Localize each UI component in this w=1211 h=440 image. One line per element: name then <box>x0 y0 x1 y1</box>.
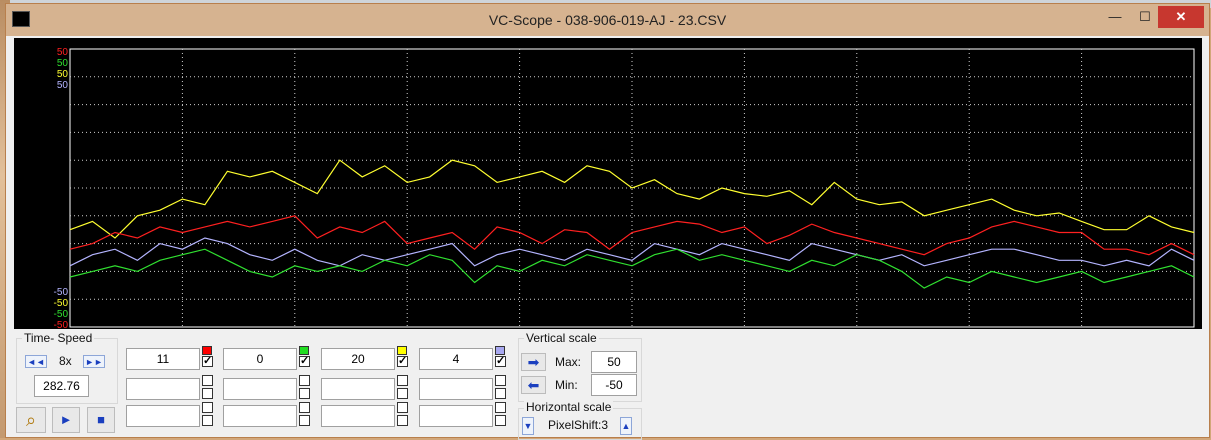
channel-4-value-field[interactable]: 4 <box>419 348 493 370</box>
pixelshift-value: PixelShift:3 <box>548 418 609 432</box>
zoom-button[interactable]: ⌕ <box>16 407 46 433</box>
arrow-right-icon: ➡ <box>527 354 540 370</box>
horizontal-scale-title: Horizontal scale <box>524 400 614 414</box>
control-panel: Time- Speed ◄◄ 8x ►► 282.76 ⌕ ► ■ 11 ✓ 0 ✓ 2… <box>6 330 1209 440</box>
play-button[interactable]: ► <box>52 407 80 433</box>
vertical-max-field[interactable]: 50 <box>591 351 637 373</box>
window-title: VC-Scope - 038-906-019-AJ - 23.CSV <box>488 12 727 28</box>
trace-1 <box>69 159 1195 239</box>
minimize-button[interactable]: — <box>1100 6 1130 28</box>
top-scale-label: 50 <box>56 58 68 69</box>
channel-2-field-row-2[interactable] <box>223 378 297 400</box>
channel-4-field-row-3[interactable] <box>419 405 493 427</box>
arrow-left-icon: ⬅ <box>527 377 540 393</box>
channel-1-checkbox[interactable]: ✓ <box>202 356 213 367</box>
scale-down-button[interactable]: ⬅ <box>521 376 546 394</box>
channel-1-checkbox-row-2-b[interactable] <box>202 388 213 399</box>
channel-1-checkbox-row-3[interactable] <box>202 402 213 413</box>
channel-1-checkbox-row-3-b[interactable] <box>202 415 213 426</box>
pixelshift-up-button[interactable]: ▲ <box>620 417 632 435</box>
channel-2-value-field[interactable]: 0 <box>223 348 297 370</box>
channel-2-color-swatch[interactable] <box>299 346 309 355</box>
bottom-scale-label: -50 <box>53 287 68 298</box>
channel-2-checkbox-row-2-b[interactable] <box>299 388 310 399</box>
channel-1-value-field[interactable]: 11 <box>126 348 200 370</box>
scope-plot <box>69 48 1195 328</box>
channel-1-checkbox-row-2[interactable] <box>202 375 213 386</box>
channel-3-checkbox-row-2-b[interactable] <box>397 388 408 399</box>
channel-3-field-row-3[interactable] <box>321 405 395 427</box>
close-button[interactable]: ✕ <box>1158 6 1204 28</box>
channel-4-checkbox-row-3[interactable] <box>495 402 506 413</box>
channel-3-value-field[interactable]: 20 <box>321 348 395 370</box>
channel-1-field-row-2[interactable] <box>126 378 200 400</box>
channel-4-checkbox-row-2-b[interactable] <box>495 388 506 399</box>
bottom-scale-label: -50 <box>53 298 68 309</box>
channel-3-checkbox-row-3-b[interactable] <box>397 415 408 426</box>
channel-3-color-swatch[interactable] <box>397 346 407 355</box>
channel-2-checkbox-row-3-b[interactable] <box>299 415 310 426</box>
bottom-scale-label: -50 <box>53 309 68 320</box>
channel-3-checkbox-row-2[interactable] <box>397 375 408 386</box>
play-icon: ► <box>59 412 73 427</box>
pixelshift-down-button[interactable]: ▼ <box>522 417 534 435</box>
time-speed-title: Time- Speed <box>22 331 95 345</box>
channel-1-color-swatch[interactable] <box>202 346 212 355</box>
maximize-button[interactable]: ☐ <box>1130 6 1160 28</box>
speed-label: 8x <box>59 354 72 368</box>
vertical-scale-title: Vertical scale <box>524 331 599 345</box>
time-position-field[interactable]: 282.76 <box>34 375 89 397</box>
scope-display: 50 50 50 50 -50 -50 -50 -50 <box>14 38 1202 331</box>
channel-4-field-row-2[interactable] <box>419 378 493 400</box>
channel-2-checkbox-row-2[interactable] <box>299 375 310 386</box>
channel-3-checkbox-row-3[interactable] <box>397 402 408 413</box>
vertical-min-field[interactable]: -50 <box>591 374 637 396</box>
channel-2-field-row-3[interactable] <box>223 405 297 427</box>
top-scale-label: 50 <box>56 80 68 91</box>
forward-button[interactable]: ►► <box>83 355 105 368</box>
channel-2-checkbox[interactable]: ✓ <box>299 356 310 367</box>
rewind-button[interactable]: ◄◄ <box>25 355 47 368</box>
trace-4 <box>69 248 1195 289</box>
min-label: Min: <box>555 378 578 392</box>
top-scale-label: 50 <box>56 69 68 80</box>
magnifier-icon: ⌕ <box>25 410 37 430</box>
top-scale-label: 50 <box>56 47 68 58</box>
channel-4-checkbox[interactable]: ✓ <box>495 356 506 367</box>
title-bar[interactable]: VC-Scope - 038-906-019-AJ - 23.CSV — ☐ ✕ <box>6 4 1209 36</box>
stop-button[interactable]: ■ <box>87 407 115 433</box>
channel-3-checkbox[interactable]: ✓ <box>397 356 408 367</box>
scale-up-button[interactable]: ➡ <box>521 353 546 371</box>
channel-1-field-row-3[interactable] <box>126 405 200 427</box>
channel-4-color-swatch[interactable] <box>495 346 505 355</box>
channel-2-checkbox-row-3[interactable] <box>299 402 310 413</box>
app-window: VC-Scope - 038-906-019-AJ - 23.CSV — ☐ ✕… <box>5 3 1210 440</box>
channel-4-checkbox-row-2[interactable] <box>495 375 506 386</box>
max-label: Max: <box>555 355 582 369</box>
channel-3-field-row-2[interactable] <box>321 378 395 400</box>
stop-icon: ■ <box>97 412 105 427</box>
channel-4-checkbox-row-3-b[interactable] <box>495 415 506 426</box>
